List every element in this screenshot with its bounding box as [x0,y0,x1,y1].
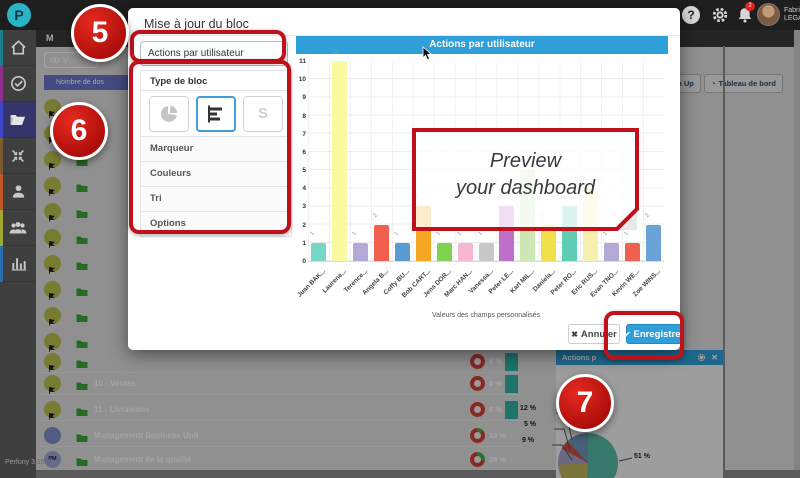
y-axis-tick: 8 [296,113,306,120]
bar-value-label: 1 [623,231,630,237]
chart-bar[interactable] [437,243,452,261]
chart-title-bar: Actions par utilisateur [296,36,668,54]
user-name[interactable]: Fabrice LEGAU [784,7,800,24]
chart-bar[interactable] [374,225,389,261]
y-axis-tick: 7 [296,131,306,138]
note-fold-corner [615,207,639,231]
sidebar-item-tasks[interactable] [0,66,36,102]
home-icon [9,38,28,57]
bar-chart-icon [9,254,28,273]
chart-bar[interactable] [395,243,410,261]
user-first-name: Fabrice [784,7,800,15]
sidebar-item-folders[interactable] [0,102,36,138]
y-axis-tick: 4 [296,185,306,192]
bar-value-label: 1 [435,231,442,237]
chart-bar[interactable] [332,61,347,261]
sidebar-item-home[interactable] [0,30,36,66]
left-nav-sidebar [0,30,36,478]
cancel-x-icon: ✖ [571,330,578,339]
y-axis-tick: 6 [296,149,306,156]
sidebar-item-reports[interactable] [0,246,36,282]
callout-rect-name-input [130,30,286,63]
app-window: P ? 2 Fabrice LEGAU [0,0,800,478]
settings-gear-icon[interactable] [711,6,729,24]
chart-bar[interactable] [625,243,640,261]
collapse-arrows-icon [9,147,27,165]
sidebar-item-teams[interactable] [0,210,36,246]
user-last-name: LEGAU [784,15,800,23]
y-axis-tick: 11 [296,58,306,65]
bar-value-label: 1 [309,231,316,237]
bar-value-label: 1 [351,231,358,237]
open-folder-icon [8,110,28,130]
preview-note-line1: Preview [416,148,635,175]
people-group-icon [8,218,28,238]
bar-value-label: 1 [477,231,484,237]
callout-rect-options-panel [129,60,291,234]
chart-bar[interactable] [646,225,661,261]
notification-count-badge: 2 [745,2,755,11]
help-icon[interactable]: ? [682,6,700,24]
bar-value-label: 2 [644,212,651,218]
preview-note-line2: your dashboard [416,175,635,202]
check-circle-icon [9,74,28,93]
chart-bar[interactable] [604,243,619,261]
person-icon [9,182,28,201]
y-axis-tick: 3 [296,203,306,210]
chart-bar[interactable] [458,243,473,261]
bar-value-label: 1 [456,231,463,237]
preview-note: Preview your dashboard [412,128,639,231]
callout-rect-save-button [604,311,684,360]
bar-value-label: 1 [393,231,400,237]
y-axis-tick: 5 [296,167,306,174]
y-axis-tick: 2 [296,222,306,229]
user-avatar[interactable] [757,3,780,26]
callout-step-7: 7 [556,374,614,432]
y-axis-tick: 0 [296,258,306,265]
sidebar-item-collapse[interactable] [0,138,36,174]
chart-bar[interactable] [353,243,368,261]
sidebar-item-contacts[interactable] [0,174,36,210]
callout-step-6: 6 [50,102,108,160]
bar-value-label: 2 [372,212,379,218]
callout-step-5: 5 [71,4,129,62]
y-axis-tick: 10 [296,76,306,83]
chart-bar[interactable] [479,243,494,261]
mouse-cursor [422,46,433,61]
modal-title: Mise à jour du bloc [144,17,249,31]
bar-value-label: 1 [602,231,609,237]
y-axis-tick: 9 [296,94,306,101]
perfony-logo-icon[interactable]: P [7,3,31,27]
y-axis-tick: 1 [296,240,306,247]
chart-bar[interactable] [311,243,326,261]
